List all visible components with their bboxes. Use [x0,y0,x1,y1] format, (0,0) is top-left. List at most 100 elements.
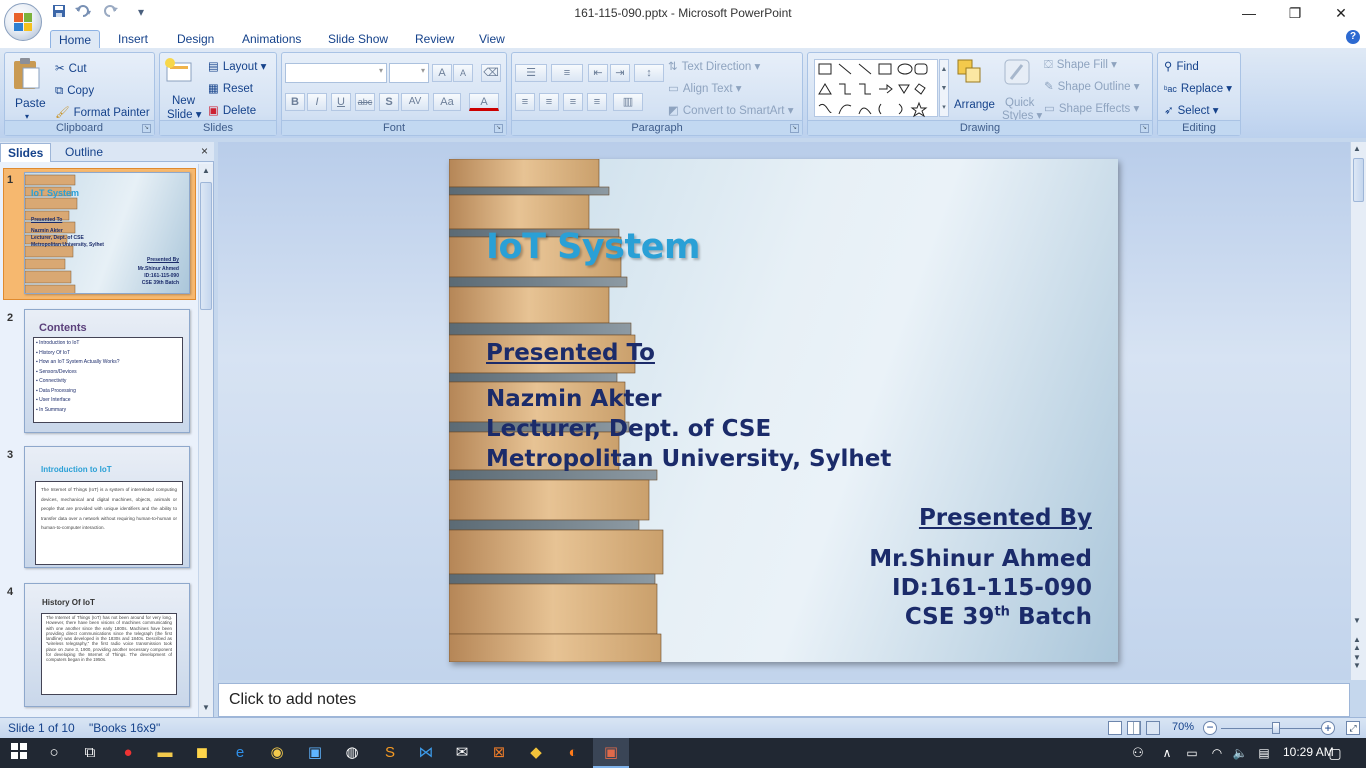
search-icon[interactable]: ○ [44,743,64,763]
increase-indent-icon[interactable]: ⇥ [610,64,630,82]
slide-title[interactable]: IoT System [486,227,700,267]
store-icon[interactable]: ◼ [192,743,212,763]
strikethrough-button[interactable]: abc [355,93,375,111]
slide-canvas[interactable]: IoT System Presented To Nazmin Akter Lec… [449,159,1118,662]
select-button[interactable]: ➶ Select ▾ [1164,103,1219,119]
mail-icon[interactable]: ✉ [452,743,472,763]
notification-icon[interactable]: ▢ [1325,743,1345,763]
app-icon-1[interactable]: ● [118,743,138,763]
new-slide-button[interactable]: New Slide ▾ [164,57,204,121]
scroll-up-icon[interactable]: ▲ [200,166,212,178]
columns-icon[interactable]: ▥ [613,93,643,111]
dialog-launcher-icon[interactable]: ↘ [1140,124,1149,133]
shadow-button[interactable]: S [379,93,399,111]
app-icon-5[interactable]: ◆ [526,743,546,763]
find-button[interactable]: ⚲ Find [1164,59,1199,75]
help-icon[interactable]: ? [1346,30,1360,44]
cut-button[interactable]: ✂ Cut [55,61,87,77]
author-name[interactable]: Mr.Shinur Ahmed [869,546,1092,572]
dialog-launcher-icon[interactable]: ↘ [790,124,799,133]
tab-insert[interactable]: Insert [110,30,156,48]
line-spacing-icon[interactable]: ↕ [634,64,664,82]
previous-slide-icon[interactable]: ▲ ▲ [1353,636,1361,652]
file-explorer-icon[interactable]: ▬ [155,743,175,763]
scroll-down-icon[interactable]: ▼ [1353,616,1361,625]
convert-smartart-button[interactable]: ◩ Convert to SmartArt ▾ [668,103,793,119]
vscode-icon[interactable]: ⋈ [416,743,436,763]
normal-view-icon[interactable] [1108,721,1122,735]
change-case-button[interactable]: Aa [433,93,461,111]
tab-slide-show[interactable]: Slide Show [320,30,396,48]
italic-button[interactable]: I [307,93,327,111]
tab-slides[interactable]: Slides [0,143,52,162]
wifi-icon[interactable]: ◠ [1207,743,1227,763]
format-painter-button[interactable]: 🖌 Format Painter [55,105,150,121]
author-id[interactable]: ID:161-115-090 [892,575,1092,601]
character-spacing-button[interactable]: AV [401,93,429,111]
tab-outline[interactable]: Outline [58,143,110,162]
slides-scrollbar[interactable]: ▲ ▼ [198,164,213,717]
app-icon-2[interactable]: ▣ [305,743,325,763]
battery-icon[interactable]: ▭ [1182,743,1202,763]
next-slide-icon[interactable]: ▼ ▼ [1353,654,1361,670]
people-icon[interactable]: ⚇ [1128,743,1148,763]
shape-outline-button[interactable]: ✎ Shape Outline ▾ [1044,79,1140,95]
shrink-font-button[interactable]: A [453,64,473,82]
edge-icon[interactable]: e [230,743,250,763]
replace-button[interactable]: ᵇac Replace ▾ [1164,81,1232,97]
notes-pane[interactable]: Click to add notes [218,683,1350,717]
tab-animations[interactable]: Animations [234,30,309,48]
restore-button[interactable]: ❐ [1272,0,1318,26]
chrome-icon[interactable]: ◉ [267,743,287,763]
numbering-icon[interactable]: ≡ [551,64,583,82]
presenter-university[interactable]: Metropolitan University, Sylhet [486,446,891,472]
decrease-indent-icon[interactable]: ⇤ [588,64,608,82]
author-batch[interactable]: CSE 39th Batch [905,604,1092,630]
clear-formatting-icon[interactable]: ⌫ [481,64,501,82]
tab-home[interactable]: Home [50,30,101,48]
app-icon-3[interactable]: ◍ [342,743,362,763]
presenter-role[interactable]: Lecturer, Dept. of CSE [486,416,771,442]
align-text-button[interactable]: ▭ Align Text ▾ [668,81,742,97]
shapes-gallery[interactable] [814,59,938,118]
tab-view[interactable]: View [471,30,513,48]
slide-thumbnail-1[interactable]: IoT System Presented To Nazmin Akter Lec… [24,172,190,294]
close-button[interactable]: ✕ [1318,0,1364,26]
presented-to-heading[interactable]: Presented To [486,340,655,366]
slide-show-view-icon[interactable] [1146,721,1160,735]
dialog-launcher-icon[interactable]: ↘ [494,124,503,133]
scroll-down-icon[interactable]: ▼ [200,703,212,715]
app-icon-4[interactable]: ⊠ [489,743,509,763]
underline-button[interactable]: U [331,93,351,111]
zoom-slider-thumb[interactable] [1272,722,1280,734]
quick-styles-button[interactable]: Quick Styles ▾ [1002,57,1042,122]
delete-button[interactable]: ▣ Delete [208,103,256,119]
scroll-up-icon[interactable]: ▲ [1353,144,1361,153]
zoom-slider[interactable] [1221,722,1321,734]
slide-thumbnail-4[interactable]: History Of IoT The Internet of Things (I… [24,583,190,707]
align-left-icon[interactable]: ≡ [515,93,535,111]
presenter-name[interactable]: Nazmin Akter [486,386,661,412]
zoom-out-icon[interactable]: − [1203,721,1217,735]
presented-by-heading[interactable]: Presented By [919,505,1092,531]
text-direction-button[interactable]: ⇅ Text Direction ▾ [668,59,760,75]
justify-icon[interactable]: ≡ [587,93,607,111]
font-size-combo[interactable]: ▾ [389,63,429,83]
align-center-icon[interactable]: ≡ [539,93,559,111]
zoom-in-icon[interactable]: + [1321,721,1335,735]
slide-scrollbar[interactable]: ▲ ▼ ▲ ▲ ▼ ▼ [1350,142,1366,680]
scroll-thumb[interactable] [1353,158,1364,202]
align-right-icon[interactable]: ≡ [563,93,583,111]
slide-thumbnail-2[interactable]: Contents ▪ Introduction to IoT ▪ History … [24,309,190,433]
minimize-button[interactable]: — [1226,0,1272,26]
arrange-button[interactable]: Arrange [954,57,998,117]
keyboard-icon[interactable]: ▤ [1254,743,1274,763]
windows-start-icon[interactable] [9,743,29,763]
shape-fill-button[interactable]: ⛋ Shape Fill ▾ [1044,57,1117,73]
close-icon[interactable]: × [201,144,208,158]
firefox-icon[interactable]: ◐ [563,743,583,763]
zoom-level[interactable]: 70% [1172,721,1194,733]
paste-button[interactable]: Paste ▾ [11,57,51,121]
reset-button[interactable]: ▦ Reset [208,81,253,97]
task-view-icon[interactable]: ⧉ [80,743,100,763]
